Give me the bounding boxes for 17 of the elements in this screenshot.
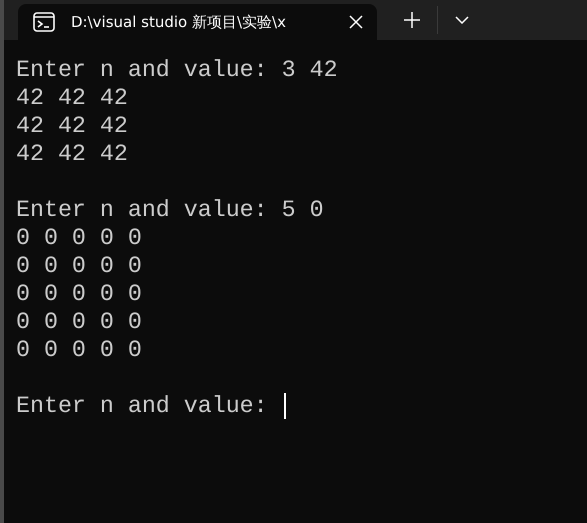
- console-line: 42 42 42: [16, 84, 128, 112]
- console-line: 42 42 42: [16, 112, 128, 140]
- console-line: Enter n and value:: [16, 392, 269, 420]
- console-line: 42 42 42: [16, 140, 128, 168]
- chevron-down-icon[interactable]: [455, 16, 469, 24]
- terminal-icon: [33, 12, 55, 32]
- console-line: Enter n and value: 5 0: [16, 196, 324, 224]
- console-line: 0 0 0 0 0: [16, 308, 142, 336]
- console-line: 0 0 0 0 0: [16, 252, 142, 280]
- console-line: 0 0 0 0 0: [16, 280, 142, 308]
- close-icon[interactable]: [349, 15, 363, 29]
- tab-title: D:\visual studio 新项目\实验\x: [71, 12, 287, 32]
- terminal-tab[interactable]: D:\visual studio 新项目\实验\x: [18, 4, 377, 40]
- console-line: 0 0 0 0 0: [16, 336, 142, 364]
- console-line: 0 0 0 0 0: [16, 224, 142, 252]
- console-line: Enter n and value: 3 42: [16, 56, 338, 84]
- new-tab-icon[interactable]: [404, 12, 420, 28]
